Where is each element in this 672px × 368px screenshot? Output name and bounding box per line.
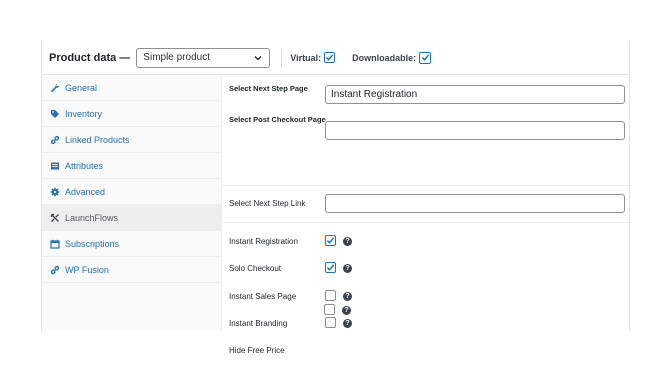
launchflows-panel: Select Next Step Page Instant Registrati… <box>222 75 631 355</box>
help-icon[interactable]: ? <box>342 306 351 315</box>
chevron-down-icon <box>254 55 262 60</box>
hide-free-price-row: ? <box>221 304 630 324</box>
product-data-title: Product data — <box>49 51 131 64</box>
post-checkout-page-label: Select Post Checkout Page <box>229 115 326 124</box>
link-icon <box>50 265 60 275</box>
list-icon <box>50 161 60 171</box>
product-data-header: Product data — Simple product Virtual: D… <box>42 41 629 75</box>
gear-icon <box>50 187 60 197</box>
next-step-link-label: Select Next Step Link <box>229 199 306 208</box>
option-label: Hide Free Price <box>229 346 285 355</box>
next-step-page-select[interactable]: Instant Registration <box>325 85 625 104</box>
tab-inventory[interactable]: Inventory <box>42 101 221 127</box>
section-divider <box>222 222 631 223</box>
product-type-select[interactable]: Simple product <box>136 47 271 68</box>
product-data-tabs: General Inventory Linked Products Attrib… <box>42 75 222 331</box>
next-step-page-label: Select Next Step Page <box>229 84 308 93</box>
product-data-panel: Product data — Simple product Virtual: D… <box>41 41 631 355</box>
link-icon <box>50 135 60 145</box>
option-label: Instant Registration <box>229 237 298 246</box>
tab-label: Subscriptions <box>65 238 120 249</box>
checkmark-icon <box>325 54 334 61</box>
tab-general[interactable]: General <box>42 75 221 101</box>
tab-advanced[interactable]: Advanced <box>42 179 221 205</box>
tab-wp-fusion[interactable]: WP Fusion <box>42 257 221 283</box>
help-icon[interactable]: ? <box>343 264 352 273</box>
downloadable-checkbox[interactable] <box>419 51 432 64</box>
tab-label: LaunchFlows <box>65 212 119 223</box>
virtual-label: Virtual: <box>290 52 322 63</box>
virtual-checkbox[interactable] <box>324 52 336 63</box>
hide-free-price-checkbox[interactable] <box>324 304 335 315</box>
option-label: Instant Sales Page <box>229 292 297 301</box>
solo-checkout-checkbox[interactable] <box>325 262 336 273</box>
wrench-icon <box>50 83 60 93</box>
checkmark-icon <box>326 264 335 271</box>
tab-subscriptions[interactable]: Subscriptions <box>42 231 221 257</box>
tag-icon <box>50 109 60 119</box>
instant-registration-checkbox[interactable] <box>325 235 336 246</box>
tab-label: Attributes <box>65 160 104 171</box>
section-divider <box>222 185 631 186</box>
tab-label: WP Fusion <box>65 264 109 275</box>
help-icon[interactable]: ? <box>343 237 352 246</box>
tab-label: Advanced <box>65 186 106 197</box>
instant-sales-page-checkbox[interactable] <box>325 290 336 301</box>
downloadable-label: Downloadable: <box>352 52 417 63</box>
arrows-icon <box>50 213 60 223</box>
tab-attributes[interactable]: Attributes <box>42 153 221 179</box>
checkmark-icon <box>326 237 335 244</box>
option-label: Solo Checkout <box>229 264 282 273</box>
header-separator <box>281 48 283 67</box>
post-checkout-page-select[interactable] <box>325 121 625 140</box>
tab-label: Linked Products <box>65 134 130 145</box>
checkmark-icon <box>421 54 429 61</box>
tab-launchflows[interactable]: LaunchFlows <box>42 205 221 231</box>
tab-label: General <box>65 82 98 93</box>
product-type-value: Simple product <box>143 52 210 63</box>
calendar-icon <box>50 239 60 249</box>
tab-linked-products[interactable]: Linked Products <box>42 127 221 153</box>
next-step-page-value: Instant Registration <box>331 89 418 100</box>
tab-label: Inventory <box>65 108 103 119</box>
help-icon[interactable]: ? <box>343 292 352 301</box>
next-step-link-input[interactable] <box>325 194 625 213</box>
